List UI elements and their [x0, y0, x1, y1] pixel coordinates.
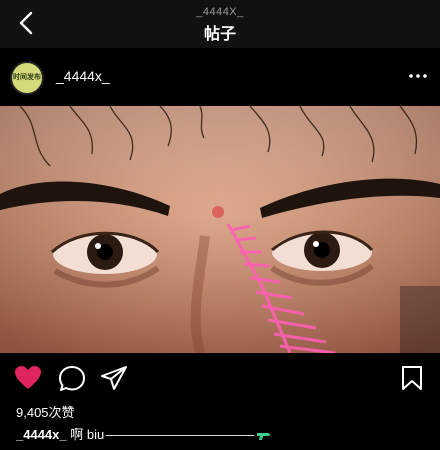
header-username: _4444X_: [196, 6, 244, 18]
heart-icon[interactable]: [14, 365, 42, 391]
share-icon[interactable]: [100, 365, 128, 391]
bookmark-icon[interactable]: [400, 365, 424, 391]
more-options-icon[interactable]: [408, 70, 428, 82]
comment-icon[interactable]: [58, 365, 86, 391]
author-username[interactable]: _4444x_: [56, 68, 110, 84]
top-navigation-bar: _4444X_ 帖子: [0, 0, 440, 48]
page-title: 帖子: [203, 26, 236, 43]
post-author-bar: 时间发布 _4444x_: [0, 50, 440, 106]
avatar-logo-text: 时间发布: [13, 74, 41, 81]
caption-text: 啊 biu: [70, 427, 105, 442]
like-count[interactable]: 9,405次赞: [16, 402, 75, 421]
water-gun-icon: [257, 432, 272, 440]
caption-username[interactable]: _4444x_: [16, 427, 67, 442]
post-caption: _4444x_ 啊 biu: [16, 424, 272, 443]
caption-line-divider: [106, 435, 255, 437]
avatar[interactable]: 时间发布: [10, 61, 44, 95]
post-actions-bar: [0, 353, 440, 401]
face-closeup-image: [0, 106, 440, 353]
post-photo[interactable]: [0, 106, 440, 353]
